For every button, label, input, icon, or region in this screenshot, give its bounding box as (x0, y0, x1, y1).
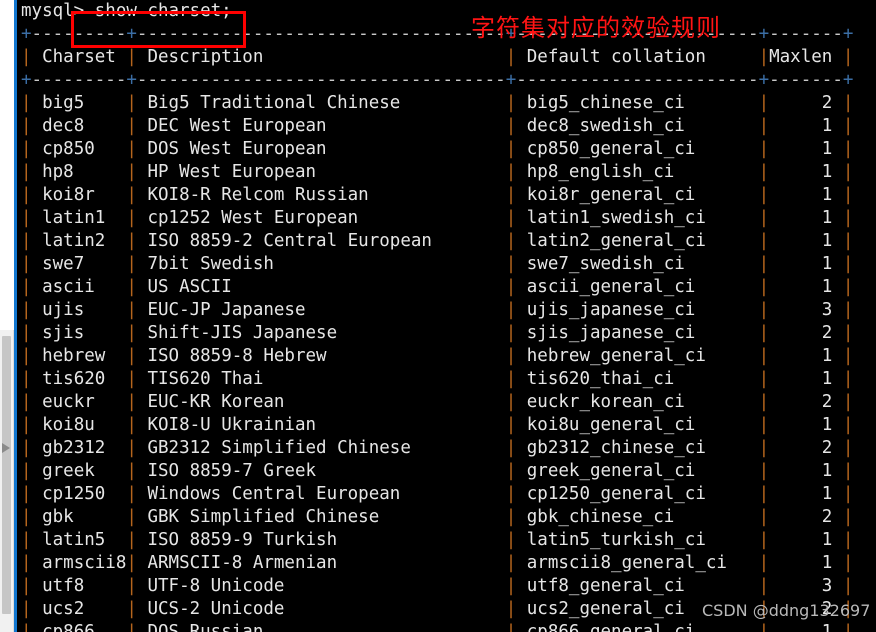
table-header-row: | Charset | Description | Default collat… (21, 47, 854, 67)
table-row: | dec8 | DEC West European | dec8_swedis… (21, 116, 854, 136)
table-separator: +---------+-----------------------------… (21, 24, 854, 44)
screenshot-root: mysql> show charset; +---------+---------… (0, 0, 876, 632)
table-row: | hebrew | ISO 8859-8 Hebrew | hebrew_ge… (21, 346, 854, 366)
table-row: | latin2 | ISO 8859-2 Central European |… (21, 231, 854, 251)
table-row: | cp866 | DOS Russian | cp866_general_ci… (21, 622, 854, 632)
table-row: | hp8 | HP West European | hp8_english_c… (21, 162, 854, 182)
csdn-watermark: CSDN @ddng132697 (702, 601, 871, 620)
table-row: | euckr | EUC-KR Korean | euckr_korean_c… (21, 392, 854, 412)
terminal-output: mysql> show charset; +---------+---------… (17, 0, 876, 632)
table-row: | koi8r | KOI8-R Relcom Russian | koi8r_… (21, 185, 854, 205)
page-scrollbar-thumb[interactable] (2, 336, 11, 614)
table-row: | ujis | EUC-JP Japanese | ujis_japanese… (21, 300, 854, 320)
table-row: | cp1250 | Windows Central European | cp… (21, 484, 854, 504)
table-row: | cp850 | DOS West European | cp850_gene… (21, 139, 854, 159)
table-row: | utf8 | UTF-8 Unicode | utf8_general_ci… (21, 576, 854, 596)
table-row: | big5 | Big5 Traditional Chinese | big5… (21, 93, 854, 113)
mysql-terminal-window[interactable]: mysql> show charset; +---------+---------… (14, 0, 876, 632)
table-row: | latin1 | cp1252 West European | latin1… (21, 208, 854, 228)
table-row: | koi8u | KOI8-U Ukrainian | koi8u_gener… (21, 415, 854, 435)
table-row: | greek | ISO 8859-7 Greek | greek_gener… (21, 461, 854, 481)
page-left-gutter (0, 0, 14, 632)
prompt-line[interactable]: mysql> show charset; (17, 0, 876, 23)
expand-arrow-icon[interactable] (2, 443, 10, 453)
table-row: | swe7 | 7bit Swedish | swe7_swedish_ci … (21, 254, 854, 274)
table-row: | gbk | GBK Simplified Chinese | gbk_chi… (21, 507, 854, 527)
table-row: | gb2312 | GB2312 Simplified Chinese | g… (21, 438, 854, 458)
table-row: | sjis | Shift-JIS Japanese | sjis_japan… (21, 323, 854, 343)
chinese-annotation-label: 字符集对应的效验规则 (471, 14, 721, 42)
table-row: | armscii8| ARMSCII-8 Armenian | armscii… (21, 553, 854, 573)
table-row: | latin5 | ISO 8859-9 Turkish | latin5_t… (21, 530, 854, 550)
table-row: | ascii | US ASCII | ascii_general_ci | … (21, 277, 854, 297)
table-row: | tis620 | TIS620 Thai | tis620_thai_ci … (21, 369, 854, 389)
table-separator: +---------+-----------------------------… (21, 70, 854, 90)
